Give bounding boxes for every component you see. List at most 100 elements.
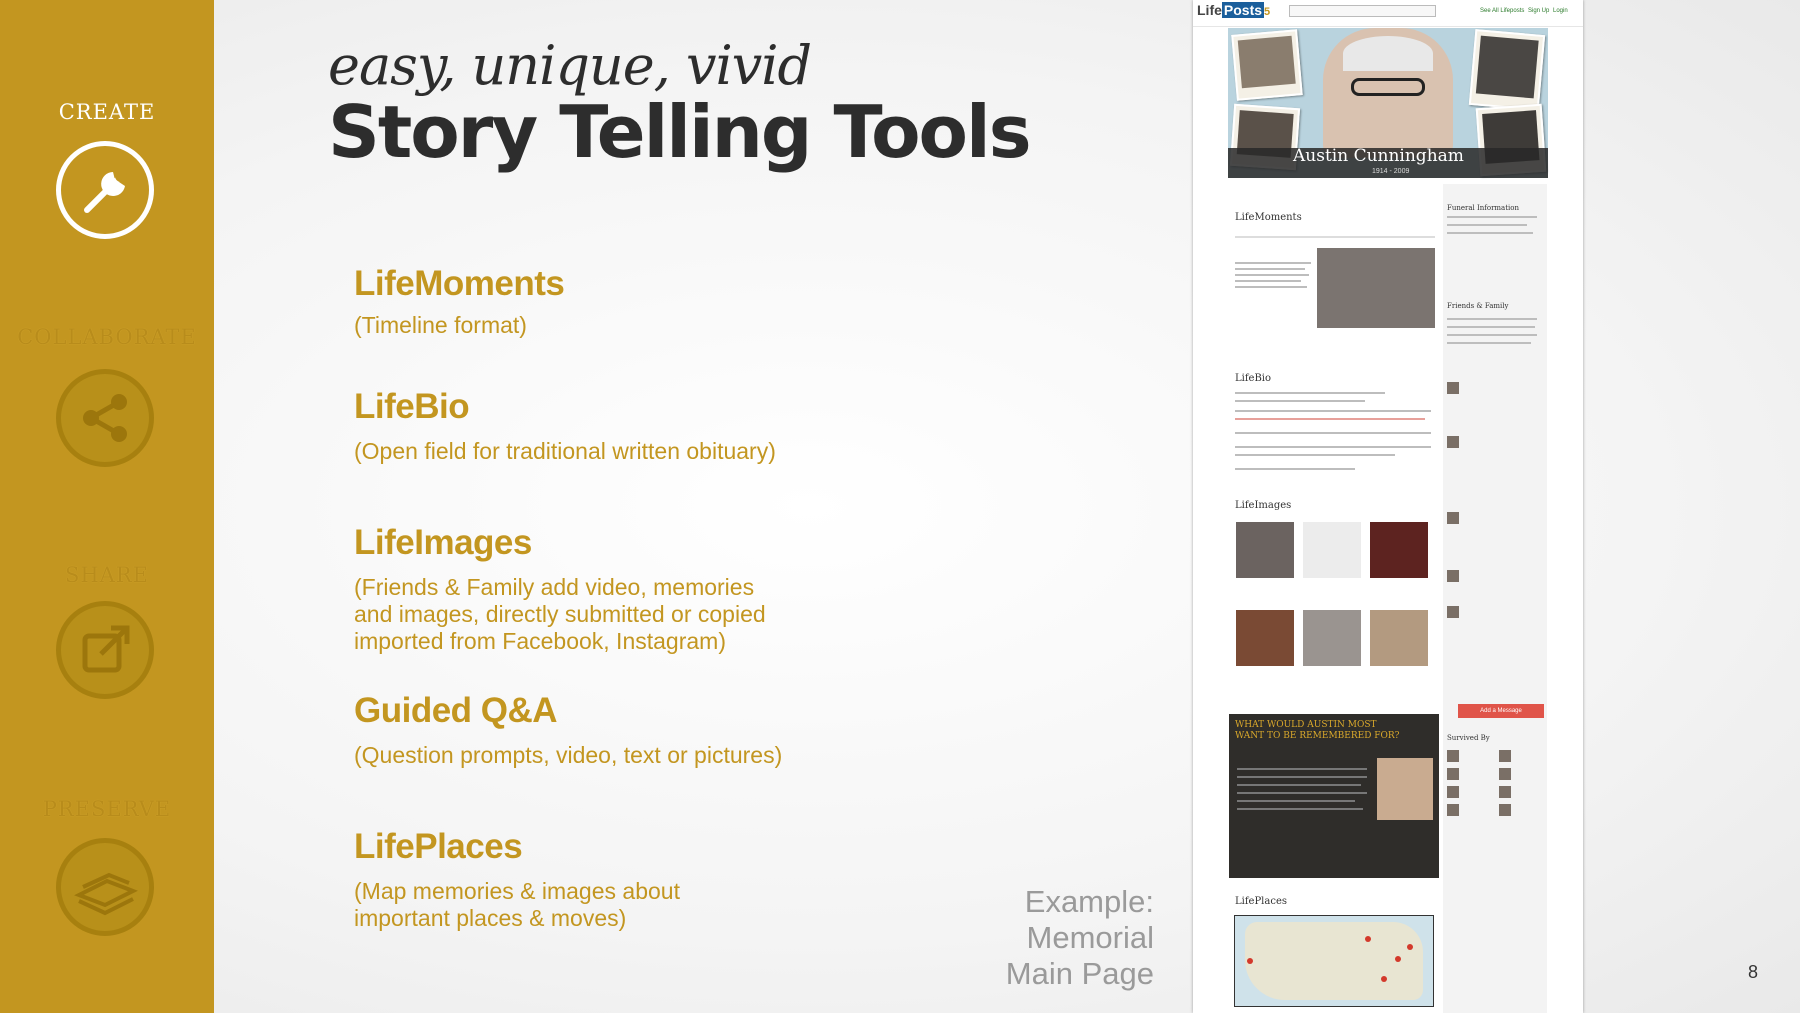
portrait-glasses <box>1351 78 1425 96</box>
nav-create-button[interactable] <box>56 141 154 239</box>
feature-desc-lifebio: (Open field for traditional written obit… <box>354 438 834 465</box>
portrait-image <box>1323 28 1453 158</box>
tagline: easy, unique, vivid <box>328 34 812 97</box>
text-line <box>1447 224 1527 226</box>
feature-desc-line: (Friends & Family add video, memories <box>354 574 755 600</box>
avatar <box>1447 512 1459 524</box>
feature-desc-line: important places & moves) <box>354 905 627 931</box>
image-thumb <box>1236 610 1294 666</box>
example-line: Main Page <box>1005 956 1154 991</box>
map-pin <box>1407 944 1413 950</box>
logo-box-text: Posts <box>1221 2 1265 18</box>
nav-label-create[interactable]: CREATE <box>0 100 214 124</box>
feature-desc-guided-qa: (Question prompts, video, text or pictur… <box>354 742 834 769</box>
image-thumb <box>1303 522 1361 578</box>
avatar <box>1447 768 1459 780</box>
avatar <box>1499 786 1511 798</box>
section-lifeimages: LifeImages <box>1235 500 1292 511</box>
logo-tag: 5 <box>1264 6 1271 18</box>
feature-desc-line: (Timeline format) <box>354 312 527 338</box>
nav-collaborate-button[interactable] <box>56 369 154 467</box>
timeline-bar <box>1235 236 1435 238</box>
mock-header: Life Posts 5 See All Lifeposts Sign Up Log… <box>1193 0 1583 27</box>
text-line <box>1235 446 1431 448</box>
text-line <box>1237 800 1355 802</box>
image-thumb <box>1370 522 1428 578</box>
image-thumb <box>1303 610 1361 666</box>
avatar <box>1447 436 1459 448</box>
text-line <box>1447 334 1537 336</box>
guided-qa-box: WHAT WOULD AUSTIN MOST WANT TO BE REMEMB… <box>1229 714 1439 878</box>
avatar <box>1499 750 1511 762</box>
avatar <box>1447 382 1459 394</box>
feature-title-lifemoments: LifeMoments <box>354 264 565 303</box>
hero-photo <box>1468 29 1546 111</box>
nav-preserve-button[interactable] <box>56 838 154 936</box>
hero-photo <box>1231 29 1303 101</box>
logo-text: Life <box>1197 2 1222 18</box>
section-survived: Survived By <box>1447 734 1490 742</box>
text-line <box>1235 392 1385 394</box>
text-line <box>1235 400 1365 402</box>
feature-desc-line: imported from Facebook, Instagram) <box>354 628 726 654</box>
nav-share-button[interactable] <box>56 601 154 699</box>
feature-desc-lifeimages: (Friends & Family add video, memories an… <box>354 574 834 655</box>
example-line: Memorial <box>1026 920 1154 955</box>
text-line <box>1235 432 1431 434</box>
section-funeral: Funeral Information <box>1447 204 1520 212</box>
text-line <box>1235 286 1307 288</box>
person-name: Austin Cunningham <box>1293 146 1464 166</box>
avatar <box>1447 570 1459 582</box>
section-lifemoments: LifeMoments <box>1235 212 1302 223</box>
example-caption: Example: Memorial Main Page <box>964 884 1154 992</box>
feature-title-lifeplaces: LifePlaces <box>354 827 523 866</box>
person-dates: 1914 - 2009 <box>1372 168 1410 175</box>
leader-dots: . . . . . . . . . . . . . <box>604 838 814 852</box>
text-line <box>1447 318 1537 320</box>
image-thumb <box>1236 522 1294 578</box>
text-line <box>1235 262 1311 264</box>
memorial-hero: Austin Cunningham 1914 - 2009 <box>1228 28 1548 178</box>
mock-link-signup: Sign Up <box>1528 8 1550 14</box>
add-message-button: Add a Message <box>1458 704 1544 718</box>
feature-desc-line: (Question prompts, video, text or pictur… <box>354 742 783 768</box>
moment-photo <box>1317 248 1435 328</box>
map-pin <box>1395 956 1401 962</box>
avatar <box>1447 750 1459 762</box>
text-line <box>1447 326 1535 328</box>
feature-desc-lifeplaces: (Map memories & images about important p… <box>354 878 834 932</box>
feature-title-lifeimages: LifeImages <box>354 523 532 562</box>
places-map <box>1234 915 1434 1007</box>
external-link-icon <box>82 625 130 673</box>
text-line <box>1237 768 1367 770</box>
text-line <box>1235 468 1355 470</box>
feature-desc-line: (Map memories & images about <box>354 878 680 904</box>
avatar <box>1447 606 1459 618</box>
text-line <box>1237 792 1367 794</box>
text-line <box>1237 808 1363 810</box>
page-title: Story Telling Tools <box>328 90 1032 174</box>
main-content: easy, unique, vivid Story Telling Tools … <box>214 0 1214 1013</box>
image-thumb <box>1370 610 1428 666</box>
avatar <box>1499 768 1511 780</box>
nav-label-share[interactable]: SHARE <box>0 563 214 587</box>
feature-title-lifebio: LifeBio <box>354 387 470 426</box>
book-stack-icon <box>74 872 138 916</box>
example-line: Example: <box>1024 884 1154 919</box>
nav-label-collaborate[interactable]: COLLABORATE <box>0 325 214 349</box>
text-line <box>1235 280 1301 282</box>
section-lifebio: LifeBio <box>1235 373 1272 384</box>
qa-title: WHAT WOULD AUSTIN MOST WANT TO BE REMEMB… <box>1235 720 1400 741</box>
mock-link-login: Login <box>1553 8 1568 14</box>
text-line <box>1447 216 1537 218</box>
avatar <box>1447 804 1459 816</box>
avatar <box>1499 804 1511 816</box>
nav-label-preserve[interactable]: PRESERVE <box>0 797 214 821</box>
feature-desc-lifemoments: (Timeline format) <box>354 312 834 339</box>
map-pin <box>1381 976 1387 982</box>
feature-desc-line: and images, directly submitted or copied <box>354 601 766 627</box>
text-line <box>1237 776 1367 778</box>
share-nodes-icon <box>83 394 127 442</box>
portrait-hair <box>1343 36 1433 71</box>
map-pin <box>1247 958 1253 964</box>
